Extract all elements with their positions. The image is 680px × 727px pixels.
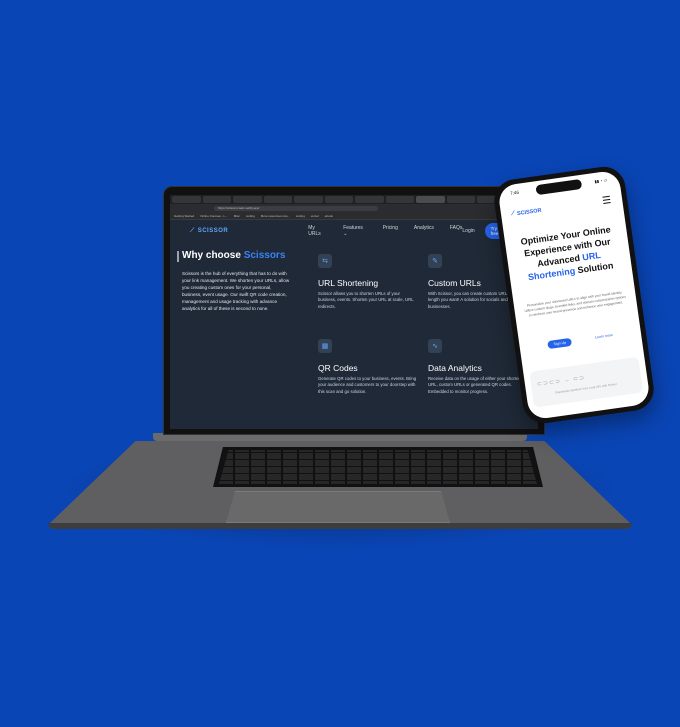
login-link[interactable]: Login	[462, 228, 474, 234]
scissor-logo-icon: ⟋	[190, 227, 195, 234]
hero-headline: Optimize Your Online Experience with Our…	[510, 222, 626, 285]
section-description: Scissors is the hub of everything that h…	[182, 271, 290, 311]
browser-tab[interactable]	[263, 196, 292, 203]
bookmark[interactable]: Online Courses - L...	[200, 214, 228, 218]
feature-description: Scissor allows you to shorten URLs of yo…	[318, 291, 414, 309]
nav-link-my-urls[interactable]: My URLs	[308, 225, 327, 237]
logo-text: SCISSOR	[197, 228, 229, 234]
browser-tab[interactable]	[324, 196, 353, 203]
title-highlight: Scissors	[243, 250, 286, 261]
title-text: Why choose	[182, 250, 244, 261]
bookmark[interactable]: coding	[296, 214, 305, 218]
browser-tab[interactable]	[385, 196, 414, 203]
browser-tab[interactable]	[233, 196, 262, 203]
section-title: Why choose Scissors	[182, 250, 285, 261]
feature-description: Generate QR codes to your business, even…	[318, 376, 417, 394]
browser-tab[interactable]	[446, 196, 475, 203]
feature-title: URL Shortening	[318, 278, 379, 288]
status-icons: ▮▮ ◔ ▭	[594, 177, 608, 185]
trackpad	[226, 491, 450, 523]
hamburger-menu-icon[interactable]: ☰	[602, 195, 612, 207]
logo-text: SCISSOR	[516, 207, 542, 217]
browser-tab[interactable]	[355, 196, 384, 203]
why-section: Why choose Scissors Scissors is the hub …	[170, 242, 538, 422]
site-nav: ⟋ SCISSOR My URLs Features ⌄ Pricing Ana…	[170, 220, 538, 242]
site-logo[interactable]: ⟋ SCISSOR	[190, 228, 228, 235]
browser-toolbar: https://scissorsmain.netlify.app/	[170, 204, 538, 212]
bookmark[interactable]: ebook	[325, 214, 333, 218]
qr-icon: ▦	[318, 339, 332, 353]
browser-tab[interactable]	[172, 196, 201, 203]
learn-more-link[interactable]: Learn more	[595, 333, 613, 339]
laptop-base	[48, 433, 632, 529]
feature-card-url-shortening: ⇆ URL Shortening Scissor allows you to s…	[318, 254, 418, 310]
phone-screen: 7:46 ▮▮ ◔ ▭ ⟋ SCISSOR ☰ Optimize Your On…	[497, 169, 651, 421]
hero-description: Personalize your shortened URLs to align…	[524, 290, 627, 318]
bookmark[interactable]: Misc	[234, 214, 240, 218]
keyboard-rows	[213, 447, 543, 487]
nav-links: My URLs Features ⌄ Pricing Analytics FAQ…	[308, 225, 462, 237]
sign-up-button[interactable]: Sign Up	[547, 337, 573, 350]
address-bar[interactable]: https://scissorsmain.netlify.app/	[214, 205, 378, 211]
mockup-stage: https://scissorsmain.netlify.app/ Gettin…	[0, 0, 680, 727]
nav-link-pricing[interactable]: Pricing	[383, 225, 398, 237]
status-time: 7:46	[509, 189, 520, 196]
bookmarks-bar: Getting Started Online Courses - L... Mi…	[170, 212, 538, 220]
bookmark[interactable]: Getting Started	[174, 214, 194, 218]
feature-card-data-analytics: ∿ Data Analytics Receive data on the usa…	[428, 339, 528, 395]
nav-link-features[interactable]: Features ⌄	[343, 225, 366, 237]
laptop-lid: https://scissorsmain.netlify.app/ Gettin…	[163, 186, 545, 435]
headline-text-end: Solution	[576, 260, 614, 276]
edit-icon: ✎	[428, 254, 442, 268]
feature-title: QR Codes	[318, 363, 358, 373]
scissor-logo-icon: ⟋	[510, 210, 516, 217]
chevron-down-icon: ⌄	[343, 231, 348, 237]
feature-title: Data Analytics	[428, 363, 482, 373]
bookmark[interactable]: More resources tuto...	[261, 214, 290, 218]
bookmark[interactable]: vercel	[311, 214, 319, 218]
browser-tabs	[170, 195, 538, 204]
title-accent-bar	[177, 251, 179, 262]
analytics-icon: ∿	[428, 339, 442, 353]
feature-card-qr-codes: ▦ QR Codes Generate QR codes to your bus…	[318, 339, 418, 395]
link-icon: ⇆	[318, 254, 332, 268]
laptop-front-edge	[48, 523, 632, 529]
nav-link-faqs[interactable]: FAQs	[450, 225, 463, 237]
browser-tab-active[interactable]	[416, 196, 445, 203]
nav-link-analytics[interactable]: Analytics	[414, 225, 434, 237]
browser-tab[interactable]	[202, 196, 231, 203]
laptop-screen: https://scissorsmain.netlify.app/ Gettin…	[170, 195, 538, 429]
phone-logo[interactable]: ⟋ SCISSOR	[511, 207, 542, 218]
bookmark[interactable]: coding	[246, 214, 255, 218]
feature-description: Receive data on the usage of either your…	[428, 376, 526, 394]
dynamic-island	[535, 178, 583, 196]
browser-tab[interactable]	[294, 196, 323, 203]
